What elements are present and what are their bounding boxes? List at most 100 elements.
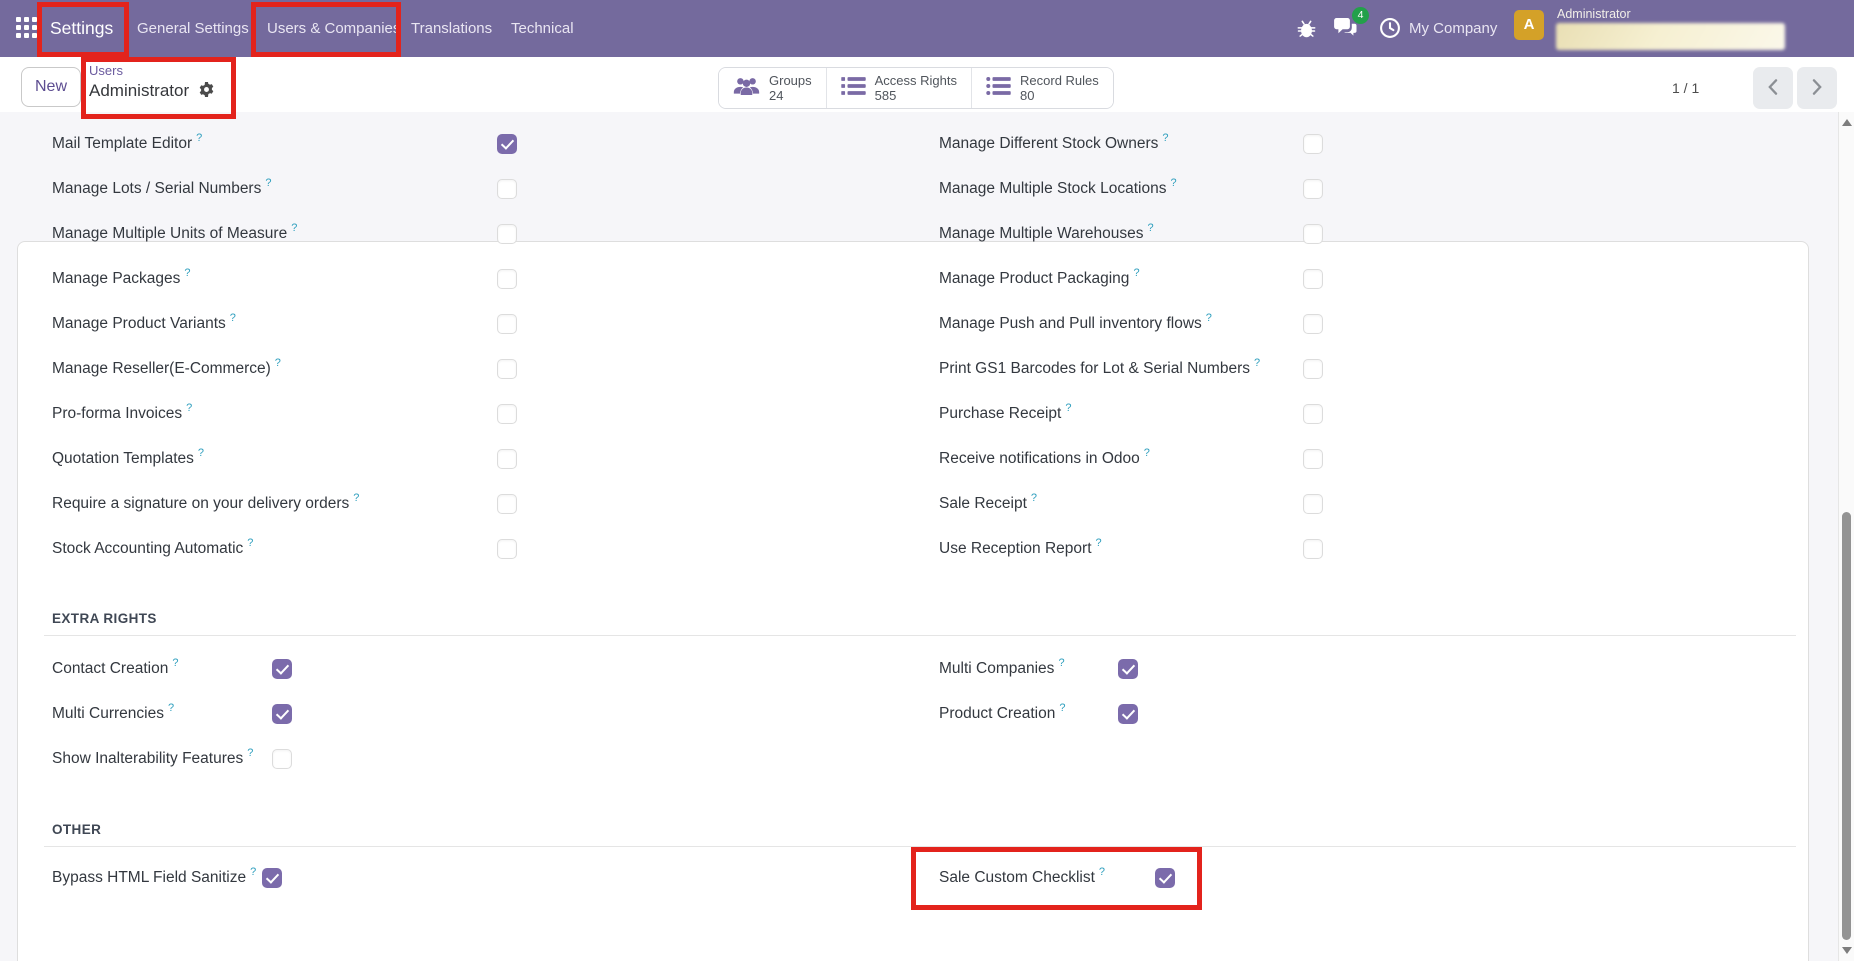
help-question-icon[interactable]: ?: [168, 702, 174, 714]
help-question-icon[interactable]: ?: [1099, 866, 1105, 878]
user-menu-name[interactable]: Administrator: [1557, 7, 1631, 21]
setting-checkbox[interactable]: [497, 134, 517, 154]
setting-label[interactable]: Quotation Templates?: [52, 450, 204, 468]
help-question-icon[interactable]: ?: [198, 447, 204, 459]
menu-general-settings[interactable]: General Settings: [137, 0, 249, 57]
setting-checkbox[interactable]: [1303, 404, 1323, 424]
setting-checkbox[interactable]: [497, 494, 517, 514]
setting-checkbox[interactable]: [497, 224, 517, 244]
setting-label[interactable]: Manage Reseller(E-Commerce)?: [52, 360, 281, 378]
setting-label[interactable]: Mail Template Editor?: [52, 135, 202, 153]
help-question-icon[interactable]: ?: [1133, 267, 1139, 279]
setting-label[interactable]: Bypass HTML Field Sanitize?: [52, 869, 256, 887]
help-question-icon[interactable]: ?: [184, 267, 190, 279]
setting-checkbox[interactable]: [497, 359, 517, 379]
help-question-icon[interactable]: ?: [247, 747, 253, 759]
bug-icon[interactable]: [1296, 18, 1317, 44]
help-question-icon[interactable]: ?: [275, 357, 281, 369]
help-question-icon[interactable]: ?: [247, 537, 253, 549]
setting-label[interactable]: Show Inalterability Features?: [52, 750, 253, 768]
help-question-icon[interactable]: ?: [1058, 657, 1064, 669]
help-question-icon[interactable]: ?: [186, 402, 192, 414]
setting-label[interactable]: Purchase Receipt?: [939, 405, 1071, 423]
setting-label[interactable]: Multi Currencies?: [52, 705, 174, 723]
stat-button-record-rules[interactable]: Record Rules 80: [971, 68, 1113, 108]
setting-checkbox[interactable]: [497, 449, 517, 469]
scrollbar-up-arrow[interactable]: [1842, 119, 1852, 126]
setting-label[interactable]: Manage Different Stock Owners?: [939, 135, 1169, 153]
activities-clock-icon[interactable]: [1379, 17, 1401, 44]
setting-label[interactable]: Sale Custom Checklist?: [939, 869, 1105, 887]
setting-label[interactable]: Manage Product Packaging?: [939, 270, 1140, 288]
setting-label[interactable]: Manage Push and Pull inventory flows?: [939, 315, 1212, 333]
help-question-icon[interactable]: ?: [1170, 177, 1176, 189]
help-question-icon[interactable]: ?: [291, 222, 297, 234]
setting-label[interactable]: Manage Lots / Serial Numbers?: [52, 180, 271, 198]
setting-checkbox[interactable]: [497, 314, 517, 334]
setting-checkbox[interactable]: [497, 179, 517, 199]
setting-checkbox[interactable]: [262, 868, 282, 888]
setting-checkbox[interactable]: [1303, 494, 1323, 514]
setting-checkbox[interactable]: [1118, 659, 1138, 679]
setting-label[interactable]: Manage Multiple Stock Locations?: [939, 180, 1177, 198]
help-question-icon[interactable]: ?: [265, 177, 271, 189]
pager-next-button[interactable]: [1797, 67, 1837, 109]
help-question-icon[interactable]: ?: [172, 657, 178, 669]
help-question-icon[interactable]: ?: [196, 132, 202, 144]
menu-technical[interactable]: Technical: [511, 0, 574, 57]
setting-checkbox[interactable]: [1155, 868, 1175, 888]
setting-label[interactable]: Use Reception Report?: [939, 540, 1102, 558]
setting-checkbox[interactable]: [1303, 539, 1323, 559]
setting-label[interactable]: Manage Product Variants?: [52, 315, 236, 333]
help-question-icon[interactable]: ?: [230, 312, 236, 324]
help-question-icon[interactable]: ?: [1147, 222, 1153, 234]
user-avatar[interactable]: A: [1514, 10, 1544, 40]
menu-users-companies[interactable]: Users & Companies: [267, 0, 400, 57]
setting-checkbox[interactable]: [497, 269, 517, 289]
help-question-icon[interactable]: ?: [1162, 132, 1168, 144]
company-switcher[interactable]: My Company: [1409, 0, 1497, 57]
help-question-icon[interactable]: ?: [1144, 447, 1150, 459]
setting-label[interactable]: Receive notifications in Odoo?: [939, 450, 1150, 468]
help-question-icon[interactable]: ?: [353, 492, 359, 504]
new-button[interactable]: New: [21, 67, 81, 107]
apps-menu-icon[interactable]: [16, 17, 37, 38]
help-question-icon[interactable]: ?: [1065, 402, 1071, 414]
setting-checkbox[interactable]: [497, 539, 517, 559]
setting-checkbox[interactable]: [272, 704, 292, 724]
setting-checkbox[interactable]: [272, 659, 292, 679]
stat-button-access-rights[interactable]: Access Rights 585: [826, 68, 971, 108]
pager-previous-button[interactable]: [1753, 67, 1793, 109]
setting-checkbox[interactable]: [272, 749, 292, 769]
setting-checkbox[interactable]: [1303, 314, 1323, 334]
scrollbar-down-arrow[interactable]: [1842, 947, 1852, 954]
help-question-icon[interactable]: ?: [250, 866, 256, 878]
setting-label[interactable]: Stock Accounting Automatic?: [52, 540, 253, 558]
help-question-icon[interactable]: ?: [1059, 702, 1065, 714]
menu-translations[interactable]: Translations: [411, 0, 492, 57]
setting-label[interactable]: Manage Multiple Units of Measure?: [52, 225, 297, 243]
setting-checkbox[interactable]: [1303, 179, 1323, 199]
help-question-icon[interactable]: ?: [1206, 312, 1212, 324]
gear-icon[interactable]: [198, 81, 215, 103]
setting-checkbox[interactable]: [1303, 224, 1323, 244]
setting-label[interactable]: Pro-forma Invoices?: [52, 405, 192, 423]
setting-checkbox[interactable]: [1303, 449, 1323, 469]
setting-label[interactable]: Require a signature on your delivery ord…: [52, 495, 359, 513]
setting-label[interactable]: Product Creation?: [939, 705, 1065, 723]
setting-checkbox[interactable]: [1303, 359, 1323, 379]
setting-label[interactable]: Manage Packages?: [52, 270, 191, 288]
setting-checkbox[interactable]: [1303, 269, 1323, 289]
setting-label[interactable]: Multi Companies?: [939, 660, 1065, 678]
setting-checkbox[interactable]: [497, 404, 517, 424]
setting-label[interactable]: Print GS1 Barcodes for Lot & Serial Numb…: [939, 360, 1260, 378]
setting-checkbox[interactable]: [1118, 704, 1138, 724]
setting-label[interactable]: Contact Creation?: [52, 660, 178, 678]
help-question-icon[interactable]: ?: [1254, 357, 1260, 369]
breadcrumb-users-link[interactable]: Users: [89, 63, 215, 79]
setting-label[interactable]: Sale Receipt?: [939, 495, 1037, 513]
app-name[interactable]: Settings: [50, 0, 113, 57]
help-question-icon[interactable]: ?: [1031, 492, 1037, 504]
stat-button-groups[interactable]: Groups 24: [719, 68, 826, 108]
vertical-scrollbar[interactable]: [1838, 112, 1854, 961]
